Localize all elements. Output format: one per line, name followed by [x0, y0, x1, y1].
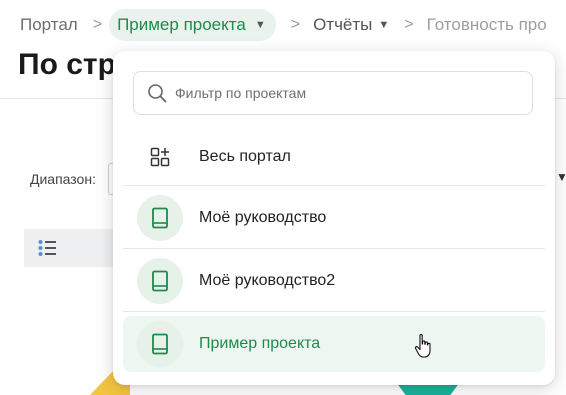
menu-item-label: Пример проекта — [199, 335, 321, 352]
search-icon — [148, 84, 167, 103]
book-icon — [137, 258, 183, 304]
menu-item-project[interactable]: Моё руководство — [123, 187, 545, 249]
book-icon — [137, 195, 183, 241]
caret-down-icon[interactable]: ▼ — [556, 170, 566, 184]
breadcrumb-current-page: Готовность про — [426, 15, 547, 34]
menu-item-project[interactable]: Моё руководство2 — [123, 250, 545, 312]
chevron-right-icon: > — [404, 16, 414, 33]
menu-item-label: Весь портал — [199, 148, 291, 165]
menu-item-project-selected[interactable]: Пример проекта — [123, 316, 545, 372]
chevron-right-icon: > — [92, 16, 103, 33]
breadcrumb-reports-dropdown[interactable]: Отчёты ▼ — [313, 15, 389, 35]
book-icon — [137, 321, 183, 367]
menu-item-label: Моё руководство — [199, 208, 327, 226]
breadcrumb-project-label: Пример проекта — [117, 15, 246, 34]
breadcrumb-reports-label: Отчёты — [313, 15, 373, 34]
list-view-icon[interactable] — [38, 239, 56, 257]
breadcrumb-portal[interactable]: Портал — [0, 15, 78, 35]
project-dropdown-menu: Весь портал Моё руководство Моё руководс… — [113, 51, 555, 385]
project-filter-input[interactable] — [175, 85, 515, 101]
breadcrumb-project-dropdown[interactable]: Пример проекта ▼ — [109, 9, 276, 41]
grid-plus-icon — [150, 147, 170, 167]
menu-item-whole-portal[interactable]: Весь портал — [123, 129, 545, 186]
page-title: По стр — [18, 48, 116, 81]
caret-down-icon: ▼ — [254, 19, 266, 31]
caret-down-icon: ▼ — [378, 19, 390, 31]
breadcrumb: Портал > Пример проекта ▼ > Отчёты ▼ > Г… — [0, 8, 566, 42]
hand-pointer-icon — [414, 333, 431, 358]
range-label: Диапазон: — [30, 171, 96, 187]
chevron-right-icon: > — [290, 16, 301, 33]
project-filter-field[interactable] — [133, 71, 533, 115]
menu-item-label: Моё руководство2 — [199, 271, 336, 289]
